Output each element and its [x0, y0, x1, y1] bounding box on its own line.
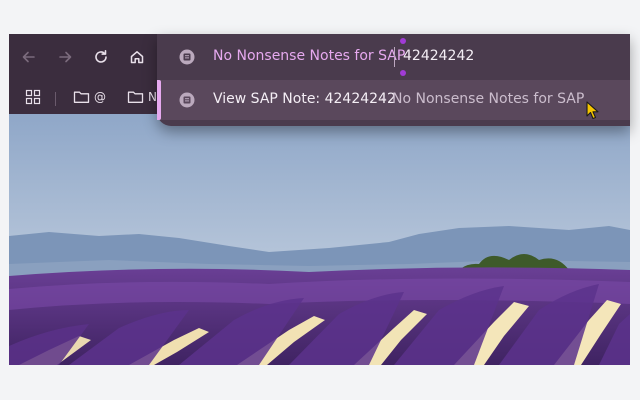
text-cursor-bottom-handle [400, 70, 406, 76]
bookmark-folder[interactable]: N [127, 86, 157, 108]
apps-button[interactable] [25, 86, 41, 108]
keyword-divider [394, 47, 395, 67]
suggestion-separator: - [381, 91, 387, 107]
new-tab-background-image [9, 114, 630, 365]
bookmark-folder[interactable]: @ [73, 86, 106, 108]
selection-indicator [157, 80, 161, 120]
arrow-right-icon [59, 51, 72, 63]
home-button[interactable] [123, 43, 151, 71]
address-bar[interactable]: No Nonsense Notes for SAP 42424242 [157, 34, 630, 80]
back-button[interactable] [15, 43, 43, 71]
apps-grid-icon [25, 89, 41, 105]
omnibox-keyword-label: No Nonsense Notes for SAP [213, 48, 406, 64]
folder-icon [127, 91, 144, 103]
forward-button[interactable] [51, 43, 79, 71]
folder-icon [73, 91, 90, 103]
suggestion-subtitle: No Nonsense Notes for SAP [392, 91, 585, 107]
mouse-pointer-icon [586, 101, 599, 120]
reload-icon [95, 50, 107, 63]
bookmark-folder-label: @ [94, 90, 106, 104]
reload-button[interactable] [87, 43, 115, 71]
omnibox-query-text[interactable]: 42424242 [403, 48, 474, 64]
bookmark-folder-label: N [148, 90, 157, 104]
home-icon [130, 51, 144, 64]
suggestion-title: View SAP Note: 42424242 [213, 91, 396, 107]
bookmarks-separator [55, 92, 56, 106]
extension-icon [179, 92, 195, 108]
omnibox-dropdown: No Nonsense Notes for SAP 42424242 View … [157, 34, 630, 126]
extension-icon [179, 49, 195, 65]
omnibox-suggestion-row[interactable]: View SAP Note: 42424242 - No Nonsense No… [157, 80, 630, 120]
arrow-left-icon [22, 51, 35, 63]
lavender-field-photo [9, 114, 630, 365]
text-cursor-top-handle [400, 38, 406, 44]
